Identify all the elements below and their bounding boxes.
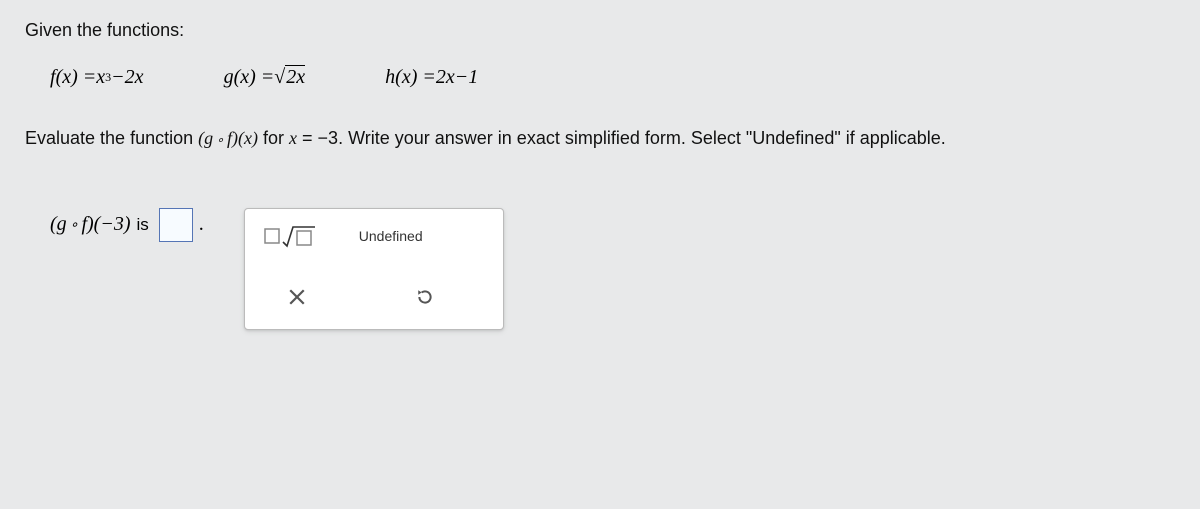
answer-input[interactable] bbox=[159, 208, 193, 242]
instruction-text: Evaluate the function (g∘f)(x) for x = −… bbox=[25, 124, 1180, 153]
prompt-intro: Given the functions: bbox=[25, 20, 1180, 41]
function-g: g(x) = 2x bbox=[224, 66, 306, 89]
editor-toolbox: Undefined bbox=[244, 208, 504, 330]
clear-button[interactable] bbox=[273, 279, 321, 315]
answer-expression: (g∘f)(−3) is . bbox=[50, 208, 204, 242]
reset-button[interactable] bbox=[401, 279, 449, 315]
undefined-button[interactable]: Undefined bbox=[357, 226, 425, 246]
function-h: h(x) = 2x − 1 bbox=[385, 66, 478, 89]
function-definitions: f(x) = x3 − 2x g(x) = 2x h(x) = 2x − 1 bbox=[50, 66, 1180, 89]
toolbox-row-2 bbox=[263, 279, 485, 315]
function-f: f(x) = x3 − 2x bbox=[50, 66, 144, 89]
toolbox-row-1: Undefined bbox=[263, 223, 485, 249]
sqrt-button[interactable] bbox=[263, 223, 317, 249]
answer-area: (g∘f)(−3) is . Undefined bbox=[50, 208, 1180, 330]
